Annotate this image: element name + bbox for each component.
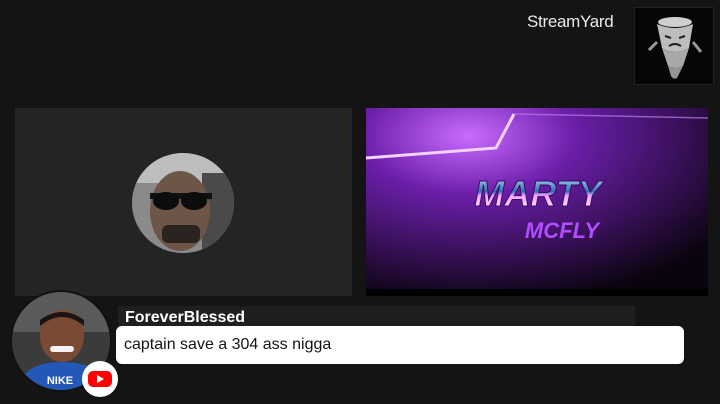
participant-avatar-icon	[132, 153, 234, 253]
svg-text:NIKE: NIKE	[47, 375, 73, 387]
marty-mcfly-logo: MARTY MCFLY	[366, 108, 708, 296]
screen-share-tile: MARTY MCFLY	[366, 108, 708, 296]
brand-logo-text: StreamYard	[527, 12, 614, 31]
tornado-character-icon	[634, 7, 714, 85]
svg-text:MARTY: MARTY	[474, 173, 604, 214]
comment-text: captain save a 304 ass nigga	[116, 326, 684, 364]
svg-text:MCFLY: MCFLY	[525, 218, 601, 243]
youtube-icon	[82, 361, 118, 397]
